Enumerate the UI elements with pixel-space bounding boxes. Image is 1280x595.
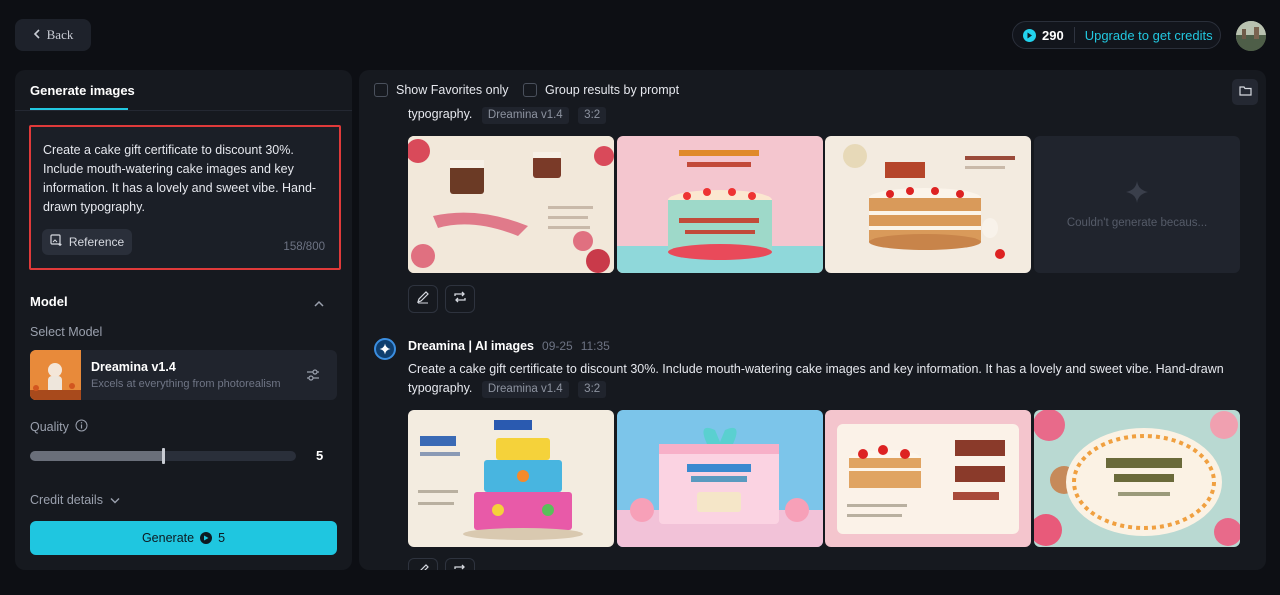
show-favorites-label: Show Favorites only — [396, 83, 509, 97]
quality-value: 5 — [316, 448, 324, 463]
group-results-toggle[interactable]: Group results by prompt — [523, 83, 679, 97]
show-favorites-toggle[interactable]: Show Favorites only — [374, 83, 509, 97]
results-panel: Show Favorites only Group results by pro… — [359, 70, 1266, 570]
group1-prompt: typography. Dreamina v1.4 3:2 — [408, 105, 607, 124]
tab-generate-images[interactable]: Generate images — [30, 83, 135, 98]
quality-row: Quality — [30, 419, 88, 435]
quality-slider-handle[interactable] — [162, 448, 165, 464]
group-results-checkbox[interactable] — [523, 83, 537, 97]
regenerate-button[interactable] — [445, 558, 475, 570]
credit-count: 290 — [1042, 27, 1064, 43]
model-thumbnail — [30, 350, 81, 400]
upgrade-link[interactable]: Upgrade to get credits — [1085, 28, 1213, 43]
credits-pill[interactable]: 290 Upgrade to get credits — [1012, 21, 1221, 49]
generate-cost: 5 — [218, 531, 226, 545]
sender-name: Dreamina | AI images — [408, 339, 535, 353]
pencil-icon — [416, 563, 430, 570]
group2-prompt-line1: Create a cake gift certificate to discou… — [408, 362, 1224, 376]
message-time: 11:35 — [580, 339, 610, 353]
group1-model-tag: Dreamina v1.4 — [481, 107, 569, 124]
credit-coin-icon — [200, 532, 213, 544]
group2-prompt-line2: typography. — [408, 381, 473, 395]
fail-message: Couldn't generate becaus... — [1066, 217, 1208, 229]
group1-prompt-tail: typography. — [408, 107, 473, 121]
info-icon[interactable] — [75, 419, 88, 435]
dreamina-bot-icon — [374, 338, 396, 360]
reference-label: Reference — [68, 235, 125, 249]
credit-coin-icon — [1023, 28, 1036, 42]
credit-details-label: Credit details — [30, 493, 103, 507]
model-name: Dreamina v1.4 — [91, 360, 176, 374]
result-image[interactable] — [825, 136, 1031, 273]
group2-prompt: Create a cake gift certificate to discou… — [408, 360, 1248, 398]
model-description: Excels at everything from photorealism — [91, 378, 281, 390]
edit-button[interactable] — [408, 558, 438, 570]
result-image[interactable] — [408, 136, 614, 273]
result-image[interactable] — [408, 410, 614, 547]
back-label: Back — [46, 27, 74, 42]
result-image[interactable] — [617, 136, 823, 273]
char-count: 158/800 — [283, 241, 325, 253]
result-image[interactable] — [825, 410, 1031, 547]
chevron-left-icon — [33, 27, 41, 43]
credit-details-toggle[interactable]: Credit details — [30, 493, 120, 507]
group1-ratio-tag: 3:2 — [578, 107, 607, 124]
show-favorites-checkbox[interactable] — [374, 83, 388, 97]
model-selector[interactable]: Dreamina v1.4 Excels at everything from … — [30, 350, 337, 400]
repeat-icon — [453, 563, 467, 571]
result-image[interactable] — [1034, 410, 1240, 547]
message-date: 09-25 — [542, 339, 573, 353]
chevron-up-icon[interactable] — [314, 295, 324, 313]
group2-prompt-line2-row: typography. Dreamina v1.4 3:2 — [408, 379, 1248, 398]
back-button[interactable]: Back — [15, 19, 91, 51]
model-section-title: Model — [30, 294, 68, 309]
folder-button[interactable] — [1232, 79, 1258, 105]
image-add-icon — [50, 234, 63, 250]
quality-slider-fill — [30, 451, 163, 461]
group-results-label: Group results by prompt — [545, 83, 680, 97]
regenerate-button[interactable] — [445, 285, 475, 313]
prompt-input-box[interactable]: Create a cake gift certificate to discou… — [29, 125, 341, 270]
result-image[interactable] — [617, 410, 823, 547]
quality-label: Quality — [30, 420, 69, 434]
repeat-icon — [453, 290, 467, 309]
generate-button[interactable]: Generate 5 — [30, 521, 337, 555]
settings-sliders-icon[interactable] — [305, 367, 321, 388]
sparkle-icon — [1125, 180, 1149, 207]
pill-divider — [1073, 27, 1075, 43]
failed-result-tile: Couldn't generate becaus... — [1034, 136, 1240, 273]
group2-header: Dreamina | AI images 09-25 11:35 — [408, 339, 610, 353]
prompt-input[interactable]: Create a cake gift certificate to discou… — [43, 141, 333, 217]
group2-model-tag: Dreamina v1.4 — [481, 381, 569, 398]
select-model-label: Select Model — [30, 325, 103, 339]
generate-label: Generate — [141, 531, 195, 545]
generate-panel: Generate images Create a cake gift certi… — [15, 70, 352, 570]
user-avatar[interactable] — [1236, 21, 1266, 51]
chevron-down-icon — [110, 493, 120, 507]
folder-icon — [1238, 83, 1252, 101]
tab-divider — [15, 110, 352, 111]
pencil-icon — [416, 290, 430, 309]
group2-ratio-tag: 3:2 — [578, 381, 607, 398]
reference-button[interactable]: Reference — [42, 229, 132, 255]
edit-button[interactable] — [408, 285, 438, 313]
